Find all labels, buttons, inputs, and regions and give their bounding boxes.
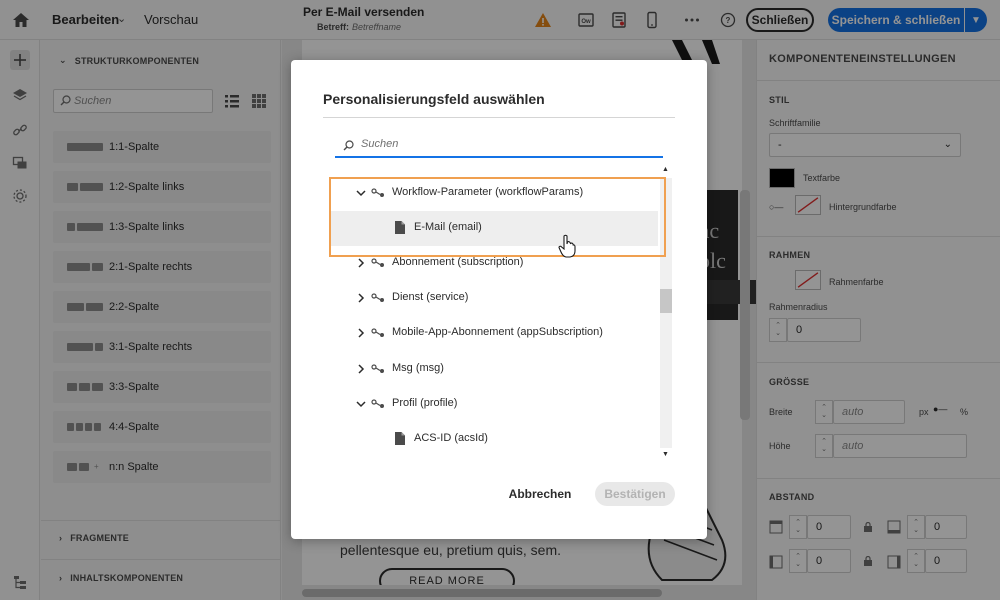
tree-node-app-subscription[interactable]: Mobile-App-Abonnement (appSubscription) — [331, 316, 658, 351]
tree-node-subscription[interactable]: Abonnement (subscription) — [331, 246, 658, 281]
personalization-field-dialog: Personalisierungsfeld auswählen Suchen W… — [291, 60, 707, 539]
field-search-input[interactable]: Suchen — [335, 134, 663, 158]
node-icon — [371, 188, 384, 197]
tree-label: Profil (profile) — [392, 397, 458, 409]
scroll-track[interactable] — [660, 178, 672, 448]
search-icon — [343, 140, 354, 151]
tree-node-workflow-params[interactable]: Workflow-Parameter (workflowParams) — [331, 176, 658, 211]
tree-leaf-email[interactable]: E-Mail (email) — [331, 211, 658, 246]
tree-leaf-acs-id[interactable]: ACS-ID (acsId) — [331, 422, 658, 457]
cancel-button[interactable]: Abbrechen — [502, 482, 578, 506]
tree-label: Workflow-Parameter (workflowParams) — [392, 186, 584, 198]
tree-node-service[interactable]: Dienst (service) — [331, 281, 658, 316]
tree-scrollbar[interactable]: ▲ ▼ — [658, 164, 674, 462]
tree-label: E-Mail (email) — [414, 221, 482, 233]
chevron-down-icon[interactable] — [355, 398, 367, 410]
scroll-up-icon[interactable]: ▲ — [662, 166, 669, 173]
tree-label: ACS-ID (acsId) — [414, 432, 488, 444]
node-icon — [371, 328, 384, 337]
chevron-right-icon[interactable] — [355, 257, 367, 269]
search-placeholder: Suchen — [361, 138, 399, 150]
divider — [323, 117, 675, 118]
hand-cursor-icon — [558, 234, 576, 258]
chevron-right-icon[interactable] — [355, 363, 367, 375]
node-icon — [371, 399, 384, 408]
node-icon — [371, 258, 384, 267]
chevron-right-icon[interactable] — [355, 327, 367, 339]
document-icon — [395, 221, 405, 234]
chevron-right-icon[interactable] — [355, 292, 367, 304]
tree-label: Mobile-App-Abonnement (appSubscription) — [392, 326, 603, 338]
dialog-title: Personalisierungsfeld auswählen — [323, 91, 545, 107]
field-tree: Workflow-Parameter (workflowParams) E-Ma… — [331, 164, 658, 462]
node-icon — [371, 364, 384, 373]
tree-node-msg[interactable]: Msg (msg) — [331, 352, 658, 387]
confirm-button[interactable]: Bestätigen — [595, 482, 675, 506]
tree-label: Abonnement (subscription) — [392, 256, 524, 268]
scroll-thumb[interactable] — [660, 289, 672, 313]
tree-node-profile[interactable]: Profil (profile) — [331, 387, 658, 422]
document-icon — [395, 432, 405, 445]
tree-label: Dienst (service) — [392, 291, 469, 303]
node-icon — [371, 293, 384, 302]
scroll-down-icon[interactable]: ▼ — [662, 451, 669, 458]
tree-label: Msg (msg) — [392, 362, 444, 374]
chevron-down-icon[interactable] — [355, 187, 367, 199]
